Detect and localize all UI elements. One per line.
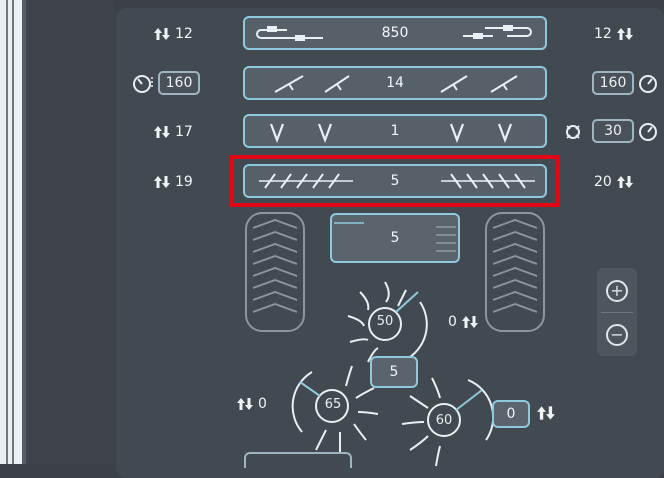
row1-right-value: 12	[594, 26, 612, 42]
row4-right-setting[interactable]: 20	[594, 174, 634, 190]
bottom-right-box-value: 0	[506, 406, 516, 422]
row4-left-setting[interactable]: 19	[153, 174, 193, 190]
speed-gauge-icon	[639, 123, 657, 141]
bottom-left-setting[interactable]: 0	[236, 396, 267, 412]
rotor-left-label: 65	[324, 397, 342, 412]
row3-left-value: 17	[175, 124, 193, 140]
drum-lines-icon	[334, 222, 456, 252]
window-left-strip	[0, 0, 22, 464]
row2-right-box[interactable]: 160	[592, 71, 634, 95]
left-rail	[12, 0, 14, 464]
rotor-right-label: 60	[435, 413, 453, 428]
row2-left-box[interactable]: 160	[158, 71, 200, 95]
row3-right-box-value: 30	[604, 123, 622, 139]
left-rail	[6, 0, 8, 464]
row1-left-value: 12	[175, 26, 193, 42]
height-arrows-icon	[461, 316, 478, 328]
rotor-top-label: 50	[376, 314, 394, 329]
knife-icon	[269, 123, 513, 144]
right-tire-icon	[485, 212, 545, 332]
zoom-divider	[601, 312, 633, 313]
rotor-right-setting[interactable]: 0	[448, 314, 479, 330]
rotor-right-value: 0	[448, 314, 457, 330]
bottom-right-box[interactable]: 0	[492, 400, 530, 428]
speed-gauge-icon	[133, 75, 153, 93]
left-side-bar	[22, 0, 114, 464]
rotation-icon	[566, 125, 580, 139]
reel-tines-icon	[274, 75, 518, 93]
zoom-out-button[interactable]: −	[606, 324, 628, 346]
knife-angle-bar[interactable]: 1	[243, 114, 547, 148]
left-tire-icon	[245, 212, 305, 332]
reel-bars-icon	[256, 25, 532, 41]
drum-setting[interactable]: 5	[330, 213, 460, 263]
height-arrows-icon[interactable]	[536, 404, 556, 422]
left-separator	[22, 0, 26, 464]
row4-right-value: 20	[594, 174, 612, 190]
height-arrows-icon	[154, 176, 170, 188]
row4-left-value: 19	[175, 174, 193, 190]
row1-left-setting[interactable]: 12	[153, 26, 193, 42]
selection-highlight	[230, 155, 560, 207]
row3-right-box[interactable]: 30	[592, 119, 634, 143]
reel-height-bar[interactable]: 850	[243, 16, 547, 50]
row3-left-setting[interactable]: 17	[153, 124, 193, 140]
bottom-left-value: 0	[258, 396, 267, 412]
reel-position-bar[interactable]: 14	[243, 66, 547, 100]
height-arrows-icon	[154, 126, 170, 138]
zoom-in-button[interactable]: +	[606, 280, 628, 302]
height-arrows-icon	[616, 176, 633, 188]
zoom-controls: + −	[597, 268, 637, 356]
height-arrows-icon	[237, 398, 253, 410]
speed-gauge-icon	[639, 75, 657, 93]
row1-right-setting[interactable]: 12	[594, 26, 634, 42]
row2-right-box-value: 160	[599, 75, 627, 91]
bottom-partial-box[interactable]	[244, 452, 352, 468]
height-arrows-icon	[154, 28, 170, 40]
row2-left-box-value: 160	[165, 75, 193, 91]
height-arrows-icon	[616, 28, 633, 40]
